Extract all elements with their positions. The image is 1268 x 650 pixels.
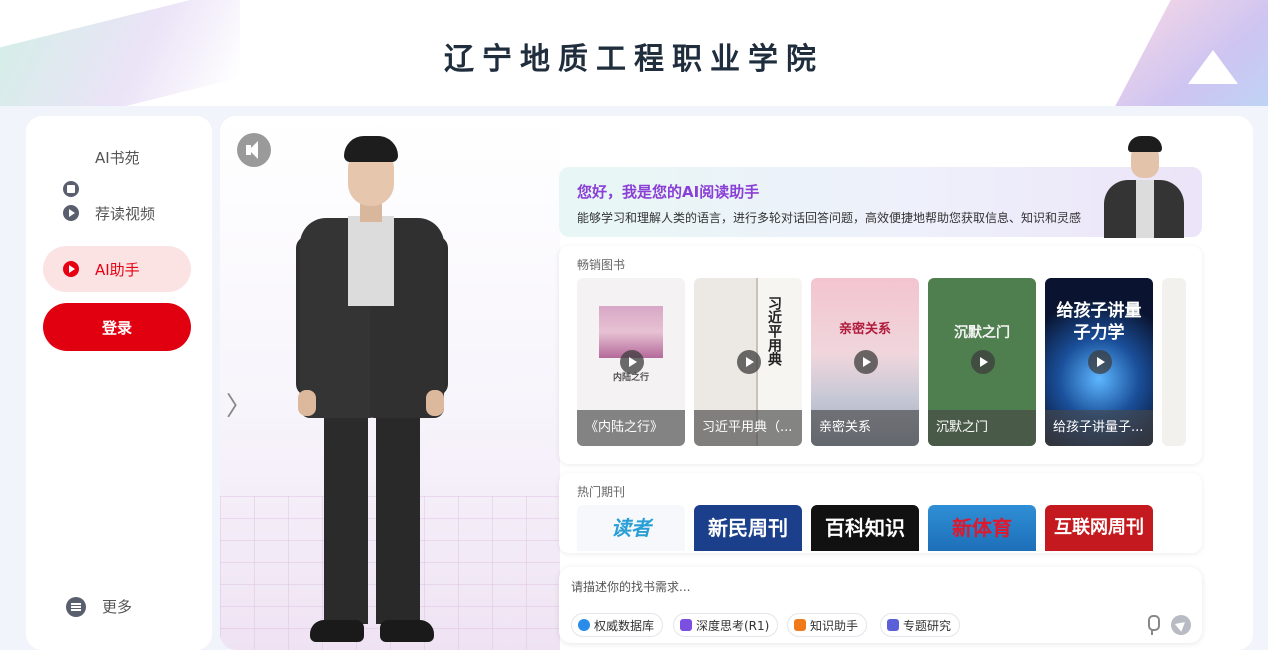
bestseller-books-section: 畅销图书 内陆之行 《内陆之行》 习近平用典 习近平用典（... 亲密关系 亲密… bbox=[559, 246, 1202, 464]
book-card[interactable]: 给孩子讲量子力学 给孩子讲量子... bbox=[1045, 278, 1153, 446]
sidebar-item-ai-assistant[interactable]: AI助手 bbox=[43, 246, 191, 292]
play-icon bbox=[737, 350, 761, 374]
sidebar: AI书苑 荐读视频 AI助手 登录 更多 bbox=[26, 116, 212, 650]
more-menu-button[interactable]: 更多 bbox=[66, 596, 132, 617]
search-input[interactable] bbox=[571, 575, 1171, 599]
chat-input-box: 权威数据库 深度思考(R1) 知识助手 专题研究 bbox=[559, 567, 1202, 643]
layers-icon bbox=[887, 619, 899, 631]
login-button[interactable]: 登录 bbox=[43, 303, 191, 351]
page-header: 辽宁地质工程职业学院 bbox=[0, 0, 1268, 106]
assistant-avatar bbox=[1098, 136, 1188, 238]
journal-card[interactable]: 新民周刊 bbox=[694, 505, 802, 551]
book-caption: 给孩子讲量子... bbox=[1045, 410, 1153, 446]
chip-authoritative-database[interactable]: 权威数据库 bbox=[571, 613, 664, 637]
chip-label: 深度思考(R1) bbox=[696, 618, 770, 633]
chip-deep-thinking[interactable]: 深度思考(R1) bbox=[673, 613, 779, 637]
book-card[interactable]: 沉默之门 沉默之门 bbox=[928, 278, 1036, 446]
book-card[interactable]: 习近平用典 习近平用典（... bbox=[694, 278, 802, 446]
popular-journals-section: 热门期刊 读者 新民周刊 百科知识 新体育 互联网周刊 bbox=[559, 473, 1202, 553]
sidebar-item-label: 荐读视频 bbox=[95, 204, 156, 223]
book-caption: 《内陆之行》 bbox=[577, 410, 685, 446]
play-circle-icon bbox=[63, 205, 79, 221]
play-icon bbox=[971, 350, 995, 374]
page-title: 辽宁地质工程职业学院 bbox=[444, 42, 824, 77]
play-icon bbox=[620, 350, 644, 374]
play-icon bbox=[1088, 350, 1112, 374]
sidebar-item-label: AI书苑 bbox=[95, 148, 140, 167]
greeting-subtitle: 能够学习和理解人类的语言，进行多轮对话回答问题，高效便捷地帮助您获取信息、知识和… bbox=[577, 211, 1082, 225]
speaker-icon[interactable] bbox=[237, 133, 271, 167]
chip-knowledge-assistant[interactable]: 知识助手 bbox=[787, 613, 868, 637]
chat-icon bbox=[63, 261, 79, 277]
chevron-right-icon[interactable]: 〉 bbox=[226, 386, 252, 423]
chip-label: 专题研究 bbox=[903, 618, 952, 633]
journal-card[interactable]: 百科知识 bbox=[811, 505, 919, 551]
sidebar-item-recommended-videos[interactable]: 荐读视频 bbox=[43, 190, 191, 236]
journal-card[interactable]: 新体育 bbox=[928, 505, 1036, 551]
menu-icon bbox=[66, 596, 86, 617]
microphone-icon[interactable] bbox=[1143, 615, 1161, 635]
book-caption: 沉默之门 bbox=[928, 410, 1036, 446]
greeting-title: 您好，我是您的AI阅读助手 bbox=[577, 183, 760, 201]
book-cover-title: 给孩子讲量子力学 bbox=[1056, 301, 1142, 343]
book-caption: 习近平用典（... bbox=[694, 410, 802, 446]
avatar-stage: 〉 bbox=[220, 116, 560, 650]
chip-topic-research[interactable]: 专题研究 bbox=[880, 613, 961, 637]
book-caption: 亲密关系 bbox=[811, 410, 919, 446]
section-title: 畅销图书 bbox=[577, 258, 626, 272]
book-cover-title: 沉默之门 bbox=[954, 325, 1010, 341]
journal-card[interactable]: 读者 bbox=[577, 505, 685, 551]
sidebar-item-label: AI助手 bbox=[95, 260, 140, 279]
book-cover-title: 亲密关系 bbox=[838, 322, 891, 337]
sidebar-item-ai-library[interactable]: AI书苑 bbox=[43, 134, 191, 197]
digital-human-avatar bbox=[292, 136, 452, 650]
journal-card[interactable]: 互联网周刊 bbox=[1045, 505, 1153, 551]
database-icon bbox=[578, 619, 590, 631]
book-card[interactable]: 亲密关系 亲密关系 bbox=[811, 278, 919, 446]
play-icon bbox=[854, 350, 878, 374]
book-card[interactable]: 内陆之行 《内陆之行》 bbox=[577, 278, 685, 446]
section-title: 热门期刊 bbox=[577, 485, 626, 499]
send-icon[interactable] bbox=[1171, 615, 1191, 635]
assistant-icon bbox=[794, 619, 806, 631]
book-cover-title: 习近平用典 bbox=[766, 296, 782, 366]
book-card-partial[interactable] bbox=[1162, 278, 1186, 446]
brain-icon bbox=[680, 619, 692, 631]
chip-label: 知识助手 bbox=[810, 618, 859, 633]
chip-label: 权威数据库 bbox=[594, 618, 655, 633]
main-panel: 〉 您好，我是您的AI阅读助手 能够学习和理解人类的语言，进行多轮对话回答问题，… bbox=[220, 116, 1253, 650]
more-label: 更多 bbox=[102, 598, 133, 616]
